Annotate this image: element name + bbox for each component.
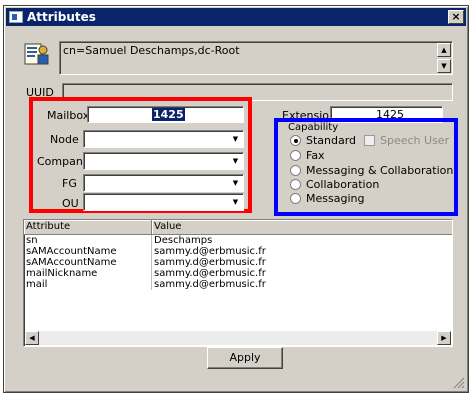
attribute-cell: mail (24, 279, 152, 290)
speech-user-label: Speech User (380, 133, 450, 147)
radio-icon[interactable] (290, 192, 301, 204)
node-label: Node (50, 133, 79, 146)
attributes-dialog: Attributes × cn=Samuel Deschamps,dc-Root… (3, 5, 469, 393)
scroll-left-icon[interactable]: ◀ (25, 331, 39, 345)
apply-button[interactable]: Apply (207, 347, 283, 369)
capability-option-fax[interactable]: Fax (290, 148, 325, 162)
dn-textarea[interactable]: cn=Samuel Deschamps,dc-Root ▲ ▼ (59, 41, 453, 75)
window-app-icon (9, 11, 23, 23)
option-label: Collaboration (306, 177, 380, 191)
horizontal-scrollbar[interactable]: ◀ ▶ (25, 331, 451, 345)
attribute-cell: sAMAccountName (24, 246, 152, 257)
capability-option-messaging-collaboration[interactable]: Messaging & Collaboration (290, 163, 453, 177)
value-cell: sammy.d@erbmusic.fr (154, 268, 266, 279)
column-header-value[interactable]: Value (152, 220, 452, 234)
speech-user-checkbox[interactable]: Speech User (364, 133, 449, 147)
chevron-down-icon[interactable]: ▼ (229, 195, 242, 209)
mailbox-value: 1425 (152, 108, 185, 121)
mailbox-field[interactable]: 1425 (87, 106, 244, 123)
title-bar[interactable]: Attributes × (6, 8, 466, 26)
chevron-down-icon[interactable]: ▼ (229, 132, 242, 146)
value-cell: sammy.d@erbmusic.fr (154, 257, 266, 268)
radio-icon[interactable] (290, 164, 301, 176)
list-header: Attribute Value (24, 220, 452, 235)
table-row[interactable]: mailNickname sammy.d@erbmusic.fr (24, 268, 452, 279)
capability-option-collaboration[interactable]: Collaboration (290, 177, 379, 191)
table-row[interactable]: sn Deschamps (24, 235, 452, 246)
resize-grip-icon[interactable] (453, 377, 465, 389)
value-cell: sammy.d@erbmusic.fr (154, 246, 266, 257)
attribute-cell: sn (24, 235, 152, 246)
radio-icon[interactable] (290, 149, 301, 161)
scroll-right-icon[interactable]: ▶ (437, 331, 451, 345)
attribute-cell: mailNickname (24, 268, 152, 279)
capability-legend: Capability (288, 122, 339, 133)
checkbox-icon[interactable] (364, 134, 375, 146)
close-button[interactable]: × (448, 10, 464, 24)
table-row[interactable]: mail sammy.d@erbmusic.fr (24, 279, 452, 290)
column-header-attribute[interactable]: Attribute (24, 220, 152, 234)
chevron-down-icon[interactable]: ▼ (229, 176, 242, 190)
value-cell: sammy.d@erbmusic.fr (154, 279, 266, 290)
value-cell: Deschamps (154, 235, 213, 246)
ou-label: OU (62, 197, 79, 210)
fg-combo[interactable]: ▼ (83, 174, 244, 192)
window-title: Attributes (27, 10, 96, 24)
option-label: Fax (306, 148, 325, 162)
capability-option-messaging[interactable]: Messaging (290, 191, 364, 205)
node-combo[interactable]: ▼ (83, 130, 244, 148)
radio-selected-icon[interactable] (290, 134, 301, 146)
mailbox-label: Mailbox (47, 109, 90, 122)
dn-text: cn=Samuel Deschamps,dc-Root (63, 44, 240, 57)
company-combo[interactable]: ▼ (83, 152, 244, 170)
chevron-down-icon[interactable]: ▼ (229, 154, 242, 168)
company-label: Company (37, 155, 90, 168)
scroll-down-icon[interactable]: ▼ (437, 59, 451, 73)
option-label: Messaging & Collaboration (306, 163, 454, 177)
option-label: Messaging (306, 191, 365, 205)
attribute-cell: sAMAccountName (24, 257, 152, 268)
fg-label: FG (62, 177, 77, 190)
list-body: sn Deschamps sAMAccountName sammy.d@erbmusi… (24, 235, 452, 290)
capability-option-standard[interactable]: Standard (290, 133, 356, 147)
scroll-up-icon[interactable]: ▲ (437, 43, 451, 57)
table-row[interactable]: sAMAccountName sammy.d@erbmusic.fr (24, 257, 452, 268)
ou-combo[interactable]: ▼ (83, 193, 244, 211)
radio-icon[interactable] (290, 178, 301, 190)
attributes-list[interactable]: Attribute Value sn Deschamps sAMAccountNam… (23, 219, 453, 347)
table-row[interactable]: sAMAccountName sammy.d@erbmusic.fr (24, 246, 452, 257)
option-label: Standard (306, 133, 357, 147)
user-card-icon (24, 43, 49, 65)
